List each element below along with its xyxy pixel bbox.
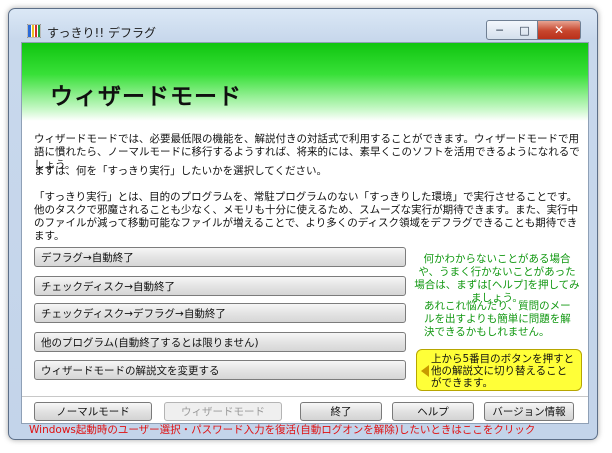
title-bar[interactable]: すっきり!! デフラグ ─ □ ✕ bbox=[9, 9, 597, 40]
checkdisk-defrag-autoexit-button[interactable]: チェックディスク→デフラグ→自動終了 bbox=[34, 303, 406, 323]
window-title: すっきり!! デフラグ bbox=[47, 26, 156, 40]
instruction-text: まずは、何を「すっきり実行」したいかを選択してください。 bbox=[34, 165, 327, 177]
wizard-mode-button: ウィザードモード bbox=[164, 402, 282, 421]
client-area: ウィザードモード ウィザードモードでは、必要最低限の機能を、解説付きの対話式で利… bbox=[21, 42, 589, 424]
change-explanation-button[interactable]: ウィザードモードの解説文を変更する bbox=[34, 360, 406, 380]
tip-callout-text: 上から5番目のボタンを押すと他の解説文に切り替えることができます。 bbox=[431, 353, 575, 389]
explanation-paragraph: 「すっきり実行」とは、目的のプログラムを、常駐プログラムのない「すっきりした環境… bbox=[34, 191, 579, 242]
close-icon: ✕ bbox=[553, 23, 565, 37]
solve-hint: あれこれ悩んだり、質問のメールを出すよりも簡単に問題を解決できるかもしれません。 bbox=[424, 300, 571, 338]
minimize-button[interactable]: ─ bbox=[486, 20, 513, 40]
help-button[interactable]: ヘルプ bbox=[392, 402, 474, 421]
help-hint: 何かわからないことがある場合や、うまく行かないことがあった場合は、まずは[ヘルプ… bbox=[414, 253, 580, 304]
app-icon bbox=[27, 24, 41, 38]
defrag-autoexit-button[interactable]: デフラグ→自動終了 bbox=[34, 247, 406, 267]
close-button[interactable]: ✕ bbox=[538, 20, 581, 40]
header-banner: ウィザードモード bbox=[22, 43, 588, 121]
exit-button[interactable]: 終了 bbox=[300, 402, 382, 421]
other-program-button[interactable]: 他のプログラム(自動終了するとは限りません) bbox=[34, 332, 406, 352]
version-info-button[interactable]: バージョン情報 bbox=[484, 402, 574, 421]
callout-arrow-icon bbox=[421, 365, 429, 377]
app-window: すっきり!! デフラグ ─ □ ✕ ウィザードモード ウィザードモードでは、必要… bbox=[8, 8, 598, 440]
auto-logon-link[interactable]: Windows起動時のユーザー選択・パスワード入力を復活(自動ログオンを解除)し… bbox=[29, 422, 535, 437]
maximize-button[interactable]: □ bbox=[512, 20, 538, 40]
checkdisk-autoexit-button[interactable]: チェックディスク→自動終了 bbox=[34, 276, 406, 296]
footer-divider bbox=[22, 396, 588, 397]
minimize-icon: ─ bbox=[496, 23, 503, 37]
maximize-icon: □ bbox=[519, 23, 530, 37]
normal-mode-button[interactable]: ノーマルモード bbox=[34, 402, 152, 421]
page-title: ウィザードモード bbox=[50, 84, 242, 110]
tip-callout: 上から5番目のボタンを押すと他の解説文に切り替えることができます。 bbox=[416, 349, 582, 391]
